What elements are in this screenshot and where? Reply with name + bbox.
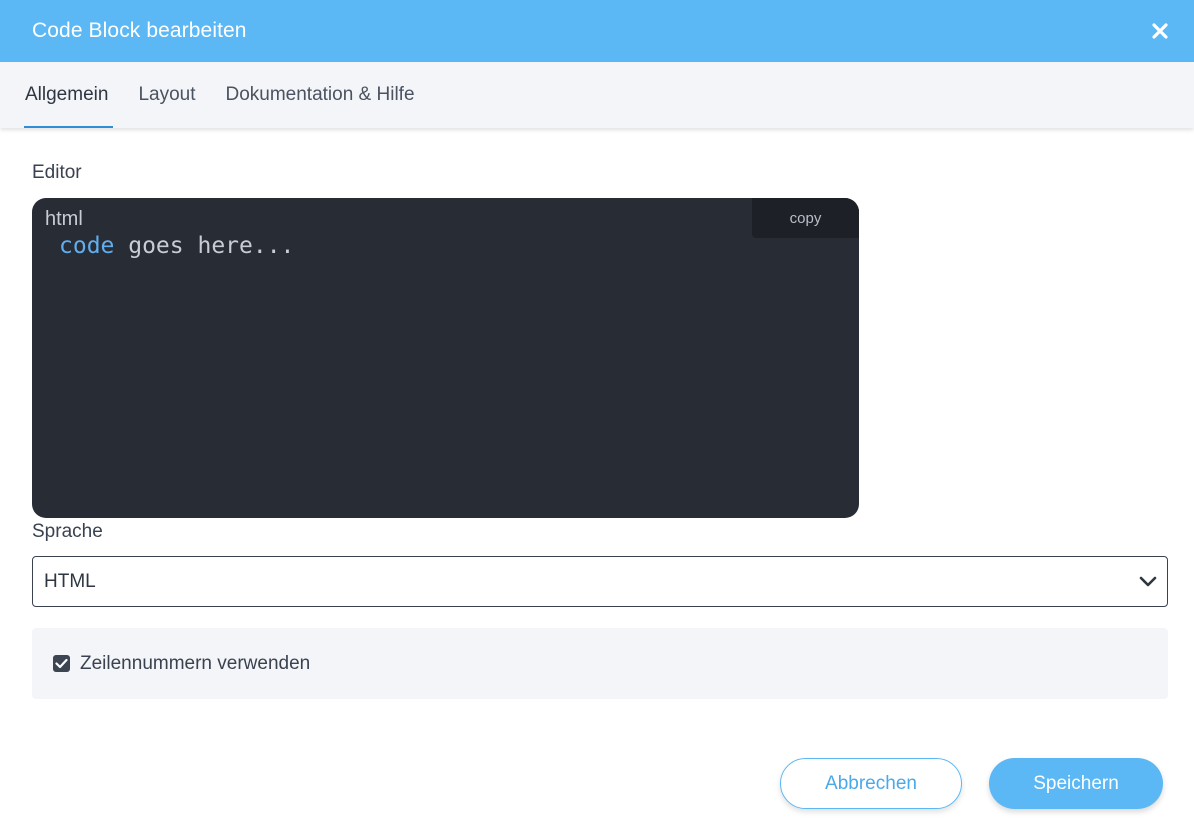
tab-bar: Allgemein Layout Dokumentation & Hilfe <box>0 62 1194 128</box>
options-panel: Zeilennummern verwenden <box>32 628 1168 699</box>
tab-layout[interactable]: Layout <box>137 62 196 128</box>
copy-button[interactable]: copy <box>752 198 859 238</box>
chevron-down-icon <box>1139 576 1157 586</box>
cancel-button[interactable]: Abbrechen <box>780 758 962 809</box>
code-editor[interactable]: html copy code goes here... <box>32 198 859 518</box>
line-numbers-checkbox[interactable] <box>53 655 70 672</box>
language-label: Sprache <box>32 521 103 542</box>
code-keyword: code <box>59 233 115 259</box>
check-icon <box>55 658 68 669</box>
tab-allgemein[interactable]: Allgemein <box>24 62 114 128</box>
dialog-header: Code Block bearbeiten <box>0 0 1194 62</box>
language-select[interactable]: HTML <box>32 556 1168 607</box>
editor-label: Editor <box>32 162 82 183</box>
tab-dokumentation-hilfe[interactable]: Dokumentation & Hilfe <box>224 62 415 128</box>
language-tag: html <box>45 208 83 230</box>
close-icon <box>1152 23 1168 39</box>
dialog-title: Code Block bearbeiten <box>32 19 247 42</box>
line-numbers-label[interactable]: Zeilennummern verwenden <box>80 653 310 675</box>
code-text: goes here... <box>114 233 295 259</box>
language-select-value: HTML <box>44 570 96 592</box>
save-button[interactable]: Speichern <box>989 758 1163 809</box>
close-button[interactable] <box>1148 19 1172 43</box>
code-line: code goes here... <box>59 233 294 259</box>
